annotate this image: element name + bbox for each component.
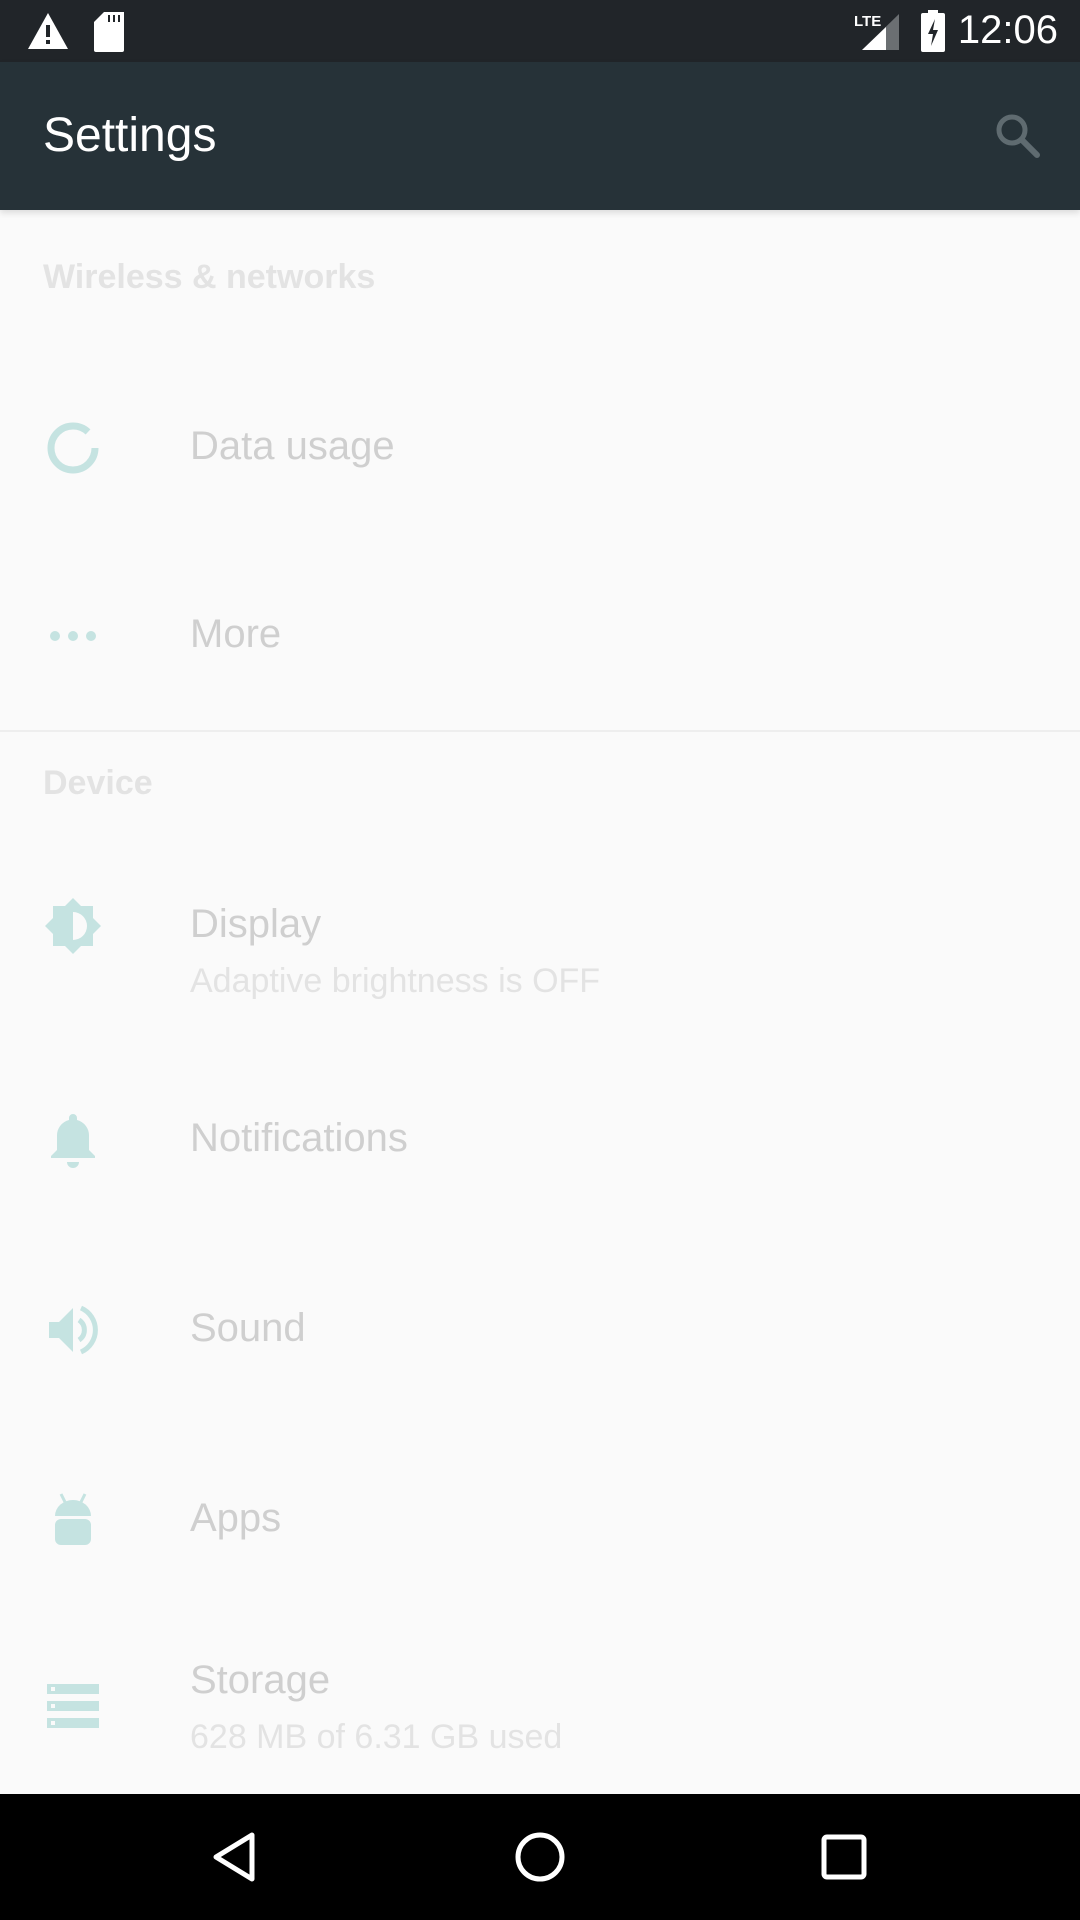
item-subtitle: Adaptive brightness is OFF xyxy=(190,962,601,1000)
volume-icon xyxy=(49,1305,98,1355)
home-icon[interactable] xyxy=(510,1827,570,1887)
app-bar: Settings xyxy=(0,62,1080,210)
section-divider xyxy=(0,730,1080,732)
recents-icon[interactable] xyxy=(814,1827,874,1887)
item-title: Display xyxy=(190,902,322,946)
search-icon[interactable] xyxy=(990,108,1044,162)
status-bar: LTE 12:06 xyxy=(0,0,1080,62)
more-dots-icon xyxy=(50,631,96,641)
settings-item-sound[interactable]: Sound xyxy=(0,1236,1080,1426)
bell-icon xyxy=(51,1114,95,1168)
item-title: Data usage xyxy=(190,424,395,468)
sd-card-icon xyxy=(94,12,124,52)
item-title: Storage xyxy=(190,1658,331,1702)
section-header-wireless: Wireless & networks xyxy=(43,258,376,296)
item-subtitle: 628 MB of 6.31 GB used xyxy=(190,1718,563,1756)
lte-signal-icon: LTE xyxy=(854,13,899,50)
item-title: Notifications xyxy=(190,1116,408,1160)
data-usage-icon xyxy=(47,422,99,474)
settings-item-display[interactable]: Display Adaptive brightness is OFF xyxy=(0,830,1080,1020)
storage-icon xyxy=(47,1684,99,1728)
settings-list: Wireless & networks Data usage More Devi… xyxy=(0,210,1080,1794)
brightness-icon xyxy=(45,898,101,954)
svg-text:LTE: LTE xyxy=(854,13,881,30)
settings-item-apps[interactable]: Apps xyxy=(0,1426,1080,1614)
battery-charging-icon xyxy=(921,10,945,52)
android-icon xyxy=(55,1493,91,1545)
clock: 12:06 xyxy=(957,8,1058,52)
page-title: Settings xyxy=(43,109,217,162)
warning-icon xyxy=(28,13,68,49)
item-title: Apps xyxy=(190,1496,282,1540)
settings-item-more[interactable]: More xyxy=(0,542,1080,730)
navigation-bar xyxy=(0,1794,1080,1920)
back-icon[interactable] xyxy=(206,1827,266,1887)
settings-item-storage[interactable]: Storage 628 MB of 6.31 GB used xyxy=(0,1614,1080,1794)
item-title: More xyxy=(190,612,282,656)
settings-item-notifications[interactable]: Notifications xyxy=(0,1046,1080,1236)
item-title: Sound xyxy=(190,1306,306,1350)
section-header-device: Device xyxy=(43,764,153,802)
settings-item-data-usage[interactable]: Data usage xyxy=(0,354,1080,542)
